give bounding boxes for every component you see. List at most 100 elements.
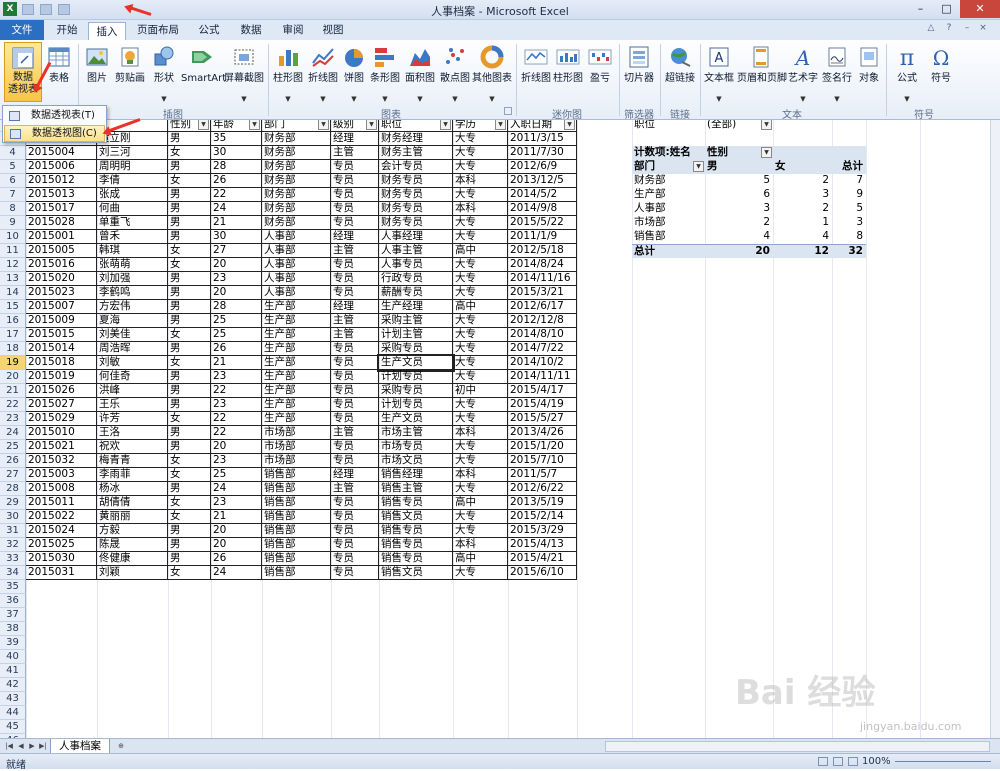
table-row-cell[interactable]: 财务专员 bbox=[379, 216, 453, 230]
table-row-cell[interactable]: 王洛 bbox=[97, 426, 168, 440]
table-row-cell[interactable]: 市场主管 bbox=[379, 426, 453, 440]
table-row-cell[interactable]: 大专 bbox=[453, 356, 508, 370]
tab-formulas[interactable]: 公式 bbox=[190, 21, 228, 40]
table-row-cell[interactable]: 大专 bbox=[453, 286, 508, 300]
table-row-cell[interactable]: 专员 bbox=[331, 496, 379, 510]
table-row-cell[interactable]: 男 bbox=[168, 370, 211, 384]
table-row-cell[interactable]: 本科 bbox=[453, 538, 508, 552]
table-row-cell[interactable]: 男 bbox=[168, 426, 211, 440]
table-row-cell[interactable]: 2015013 bbox=[26, 188, 97, 202]
table-row-cell[interactable]: 23 bbox=[211, 272, 262, 286]
table-row-cell[interactable]: 35 bbox=[211, 132, 262, 146]
table-row-cell[interactable]: 2015/4/19 bbox=[508, 398, 577, 412]
column-header-cell[interactable]: 职位 ▼ bbox=[379, 120, 453, 132]
worksheet-grid[interactable]: 2345678910111213141516171819202122232425… bbox=[0, 120, 990, 740]
table-row-cell[interactable]: 销售部 bbox=[262, 524, 331, 538]
menu-item-pivot-table[interactable]: 数据透视表(T) bbox=[4, 108, 105, 125]
table-row-cell[interactable]: 30 bbox=[211, 146, 262, 160]
table-row-cell[interactable]: 销售部 bbox=[262, 566, 331, 580]
row-header[interactable]: 9 bbox=[0, 216, 26, 230]
table-row-cell[interactable]: 男 bbox=[168, 482, 211, 496]
table-row-cell[interactable]: 高中 bbox=[453, 496, 508, 510]
row-header[interactable]: 18 bbox=[0, 342, 26, 356]
table-row-cell[interactable]: 2015004 bbox=[26, 146, 97, 160]
table-row-cell[interactable]: 25 bbox=[211, 468, 262, 482]
table-row-cell[interactable]: 计划专员 bbox=[379, 398, 453, 412]
help-icon[interactable]: ? bbox=[942, 22, 956, 36]
table-row-cell[interactable]: 男 bbox=[168, 188, 211, 202]
table-row-cell[interactable]: 财务专员 bbox=[379, 188, 453, 202]
table-row-cell[interactable]: 20 bbox=[211, 538, 262, 552]
table-row-cell[interactable]: 销售专员 bbox=[379, 538, 453, 552]
table-row-cell[interactable]: 财务专员 bbox=[379, 174, 453, 188]
screenshot-button[interactable]: 屏幕截图 ▼ bbox=[224, 42, 264, 103]
table-row-cell[interactable]: 刘加强 bbox=[97, 272, 168, 286]
row-header[interactable]: 17 bbox=[0, 328, 26, 342]
table-row-cell[interactable]: 专员 bbox=[331, 510, 379, 524]
column-header-cell[interactable]: 部门 ▼ bbox=[262, 120, 331, 132]
table-row-cell[interactable]: 主管 bbox=[331, 328, 379, 342]
table-row-cell[interactable]: 许芳 bbox=[97, 412, 168, 426]
table-row-cell[interactable]: 2015009 bbox=[26, 314, 97, 328]
table-row-cell[interactable]: 2012/6/9 bbox=[508, 160, 577, 174]
wordart-button[interactable]: A 艺术字 ▼ bbox=[786, 42, 820, 103]
table-row-cell[interactable]: 专员 bbox=[331, 216, 379, 230]
row-header[interactable]: 16 bbox=[0, 314, 26, 328]
row-header[interactable]: 5 bbox=[0, 160, 26, 174]
table-row-cell[interactable]: 2015001 bbox=[26, 230, 97, 244]
table-row-cell[interactable]: 大专 bbox=[453, 440, 508, 454]
table-row-cell[interactable]: 22 bbox=[211, 384, 262, 398]
table-row-cell[interactable]: 2015007 bbox=[26, 300, 97, 314]
table-row-cell[interactable]: 2015012 bbox=[26, 174, 97, 188]
table-row-cell[interactable]: 韩琪 bbox=[97, 244, 168, 258]
table-row-cell[interactable]: 2015020 bbox=[26, 272, 97, 286]
table-row-cell[interactable]: 2012/6/22 bbox=[508, 482, 577, 496]
table-row-cell[interactable]: 经理 bbox=[331, 300, 379, 314]
table-row-cell[interactable]: 本科 bbox=[453, 468, 508, 482]
ribbon-minimize-icon[interactable]: △ bbox=[924, 22, 938, 36]
row-header[interactable]: 28 bbox=[0, 482, 26, 496]
zoom-level[interactable]: 100% bbox=[862, 756, 891, 767]
table-row-cell[interactable]: 刘美佳 bbox=[97, 328, 168, 342]
table-row-cell[interactable]: 销售部 bbox=[262, 468, 331, 482]
table-row-cell[interactable]: 女 bbox=[168, 244, 211, 258]
row-header[interactable]: 14 bbox=[0, 286, 26, 300]
pivot-column-header[interactable]: 男 bbox=[705, 160, 773, 174]
table-row-cell[interactable]: 夏海 bbox=[97, 314, 168, 328]
table-row-cell[interactable]: 2015019 bbox=[26, 370, 97, 384]
table-row-cell[interactable]: 女 bbox=[168, 356, 211, 370]
table-row-cell[interactable]: 2013/4/26 bbox=[508, 426, 577, 440]
table-button[interactable]: 表格 bbox=[44, 42, 74, 102]
table-row-cell[interactable]: 主管 bbox=[331, 482, 379, 496]
table-row-cell[interactable]: 专员 bbox=[331, 160, 379, 174]
table-row-cell[interactable]: 财务部 bbox=[262, 202, 331, 216]
table-row-cell[interactable]: 女 bbox=[168, 412, 211, 426]
table-row-cell[interactable]: 2014/11/16 bbox=[508, 272, 577, 286]
last-sheet-icon[interactable]: ▶| bbox=[38, 741, 48, 751]
doc-minimize-icon[interactable]: – bbox=[960, 22, 974, 36]
table-row-cell[interactable]: 2015022 bbox=[26, 510, 97, 524]
table-row-cell[interactable]: 2011/7/30 bbox=[508, 146, 577, 160]
row-header[interactable]: 34 bbox=[0, 566, 26, 580]
zoom-slider[interactable] bbox=[895, 761, 991, 762]
tab-data[interactable]: 数据 bbox=[232, 21, 270, 40]
table-row-cell[interactable]: 大专 bbox=[453, 328, 508, 342]
table-row-cell[interactable]: 专员 bbox=[331, 272, 379, 286]
row-header[interactable]: 38 bbox=[0, 622, 26, 636]
table-row-cell[interactable]: 专员 bbox=[331, 566, 379, 580]
table-row-cell[interactable]: 专员 bbox=[331, 524, 379, 538]
table-row-cell[interactable]: 行政专员 bbox=[379, 272, 453, 286]
table-row-cell[interactable]: 采购专员 bbox=[379, 384, 453, 398]
row-header[interactable]: 10 bbox=[0, 230, 26, 244]
table-row-cell[interactable]: 男 bbox=[168, 552, 211, 566]
table-row-cell[interactable]: 2015017 bbox=[26, 202, 97, 216]
table-row-cell[interactable]: 2015028 bbox=[26, 216, 97, 230]
table-row-cell[interactable]: 销售部 bbox=[262, 510, 331, 524]
table-row-cell[interactable]: 主管 bbox=[331, 314, 379, 328]
table-row-cell[interactable]: 财务部 bbox=[262, 174, 331, 188]
table-row-cell[interactable]: 大专 bbox=[453, 412, 508, 426]
row-header[interactable]: 21 bbox=[0, 384, 26, 398]
pivot-value-cell[interactable]: 3 bbox=[773, 188, 832, 202]
table-row-cell[interactable]: 2015010 bbox=[26, 426, 97, 440]
table-row-cell[interactable]: 刘三河 bbox=[97, 146, 168, 160]
